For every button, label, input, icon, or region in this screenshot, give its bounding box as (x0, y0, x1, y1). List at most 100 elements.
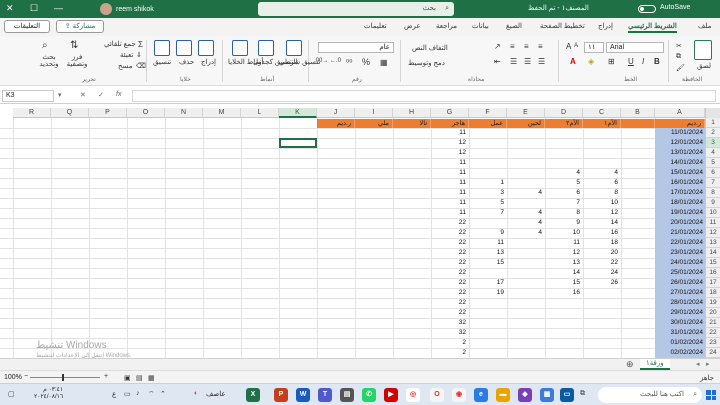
row-header-1[interactable]: 1 (705, 118, 720, 128)
edge-icon[interactable]: e (474, 388, 488, 402)
column-header-c[interactable]: C (583, 108, 621, 118)
battery-icon[interactable]: ▭ (124, 390, 131, 398)
cell-d[interactable]: 16 (545, 288, 583, 298)
header-cell-b[interactable] (621, 119, 655, 128)
date-cell[interactable]: 26/01/2024 (655, 278, 705, 288)
tab-formulas[interactable]: الصيغ (506, 22, 522, 30)
date-cell[interactable]: 20/01/2024 (655, 218, 705, 228)
cell-d[interactable]: 12 (545, 248, 583, 258)
cell-g[interactable]: 11 (431, 128, 469, 138)
align-left-icon[interactable]: ☰ (510, 57, 517, 66)
cell-g[interactable]: 22 (431, 278, 469, 288)
cell-g[interactable]: 22 (431, 298, 469, 308)
merge-center-button[interactable]: دمج وتوسيط (408, 59, 445, 67)
cell-e[interactable]: 4 (507, 188, 545, 198)
column-header-r[interactable]: R (13, 108, 51, 118)
cell-g[interactable]: 12 (431, 148, 469, 158)
row-header-14[interactable]: 14 (705, 248, 720, 258)
column-header-j[interactable]: J (317, 108, 355, 118)
chrome-icon[interactable]: ◎ (406, 388, 420, 402)
name-box-dropdown-icon[interactable]: ▾ (58, 91, 62, 99)
cell-d[interactable]: 5 (545, 178, 583, 188)
font-color-icon[interactable]: A (570, 57, 576, 66)
cell-c[interactable]: 24 (583, 268, 621, 278)
powerpoint-icon[interactable]: P (274, 388, 288, 402)
find-select-button[interactable]: بحث وتحديد (36, 54, 62, 68)
date-cell[interactable]: 31/01/2024 (655, 328, 705, 338)
row-header-17[interactable]: 17 (705, 278, 720, 288)
cell-f[interactable]: 13 (469, 248, 507, 258)
prev-sheet-icon[interactable]: ◂ (696, 359, 700, 370)
tab-view[interactable]: عرض (404, 22, 421, 30)
cell-c[interactable]: 10 (583, 198, 621, 208)
header-cell-i[interactable]: ملي (355, 119, 393, 128)
column-header-b[interactable]: B (621, 108, 655, 118)
date-cell[interactable]: 02/02/2024 (655, 348, 705, 358)
folder-icon[interactable]: ▬ (496, 388, 510, 402)
page-break-view-icon[interactable]: ▣ (124, 374, 131, 382)
title-search-box[interactable]: بحث ⌕ (258, 2, 454, 16)
file-explorer-icon[interactable]: ▭ (560, 388, 574, 402)
date-cell[interactable]: 27/01/2024 (655, 288, 705, 298)
cell-g[interactable]: 22 (431, 228, 469, 238)
delete-cells-button[interactable]: حذف (179, 58, 194, 66)
column-header-a[interactable]: A (655, 108, 705, 118)
conditional-formatting-icon[interactable] (286, 40, 302, 56)
increase-font-icon[interactable]: A (566, 42, 571, 51)
cell-d[interactable]: 9 (545, 218, 583, 228)
date-cell[interactable]: 23/01/2024 (655, 248, 705, 258)
cell-d[interactable]: 11 (545, 238, 583, 248)
notifications-icon[interactable]: ▢ (8, 390, 15, 398)
cell-d[interactable]: 4 (545, 168, 583, 178)
cell-g[interactable]: 12 (431, 138, 469, 148)
cell-g[interactable]: 2 (431, 348, 469, 358)
cell-c[interactable]: 16 (583, 228, 621, 238)
add-sheet-icon[interactable]: ⊕ (626, 359, 634, 370)
date-cell[interactable]: 12/01/2024 (655, 138, 705, 148)
cell-f[interactable]: 11 (469, 238, 507, 248)
active-cell[interactable] (279, 138, 317, 148)
column-header-q[interactable]: Q (51, 108, 89, 118)
date-cell[interactable]: 21/01/2024 (655, 228, 705, 238)
zoom-in-icon[interactable]: + (104, 373, 108, 380)
indent-icon[interactable]: ⇤ (494, 57, 501, 66)
column-header-o[interactable]: O (127, 108, 165, 118)
enter-icon[interactable]: ✓ (98, 91, 104, 99)
sort-filter-icon[interactable]: ⇅ (70, 40, 78, 51)
format-as-table-icon[interactable] (258, 40, 274, 56)
cell-f[interactable]: 15 (469, 258, 507, 268)
row-header-13[interactable]: 13 (705, 238, 720, 248)
cell-g[interactable]: 11 (431, 168, 469, 178)
opera-icon[interactable]: O (430, 388, 444, 402)
date-cell[interactable]: 15/01/2024 (655, 168, 705, 178)
currency-icon[interactable]: ▦ (380, 58, 388, 67)
align-top-icon[interactable]: ≡ (538, 42, 543, 51)
normal-view-icon[interactable]: ▦ (148, 374, 155, 382)
column-header-e[interactable]: E (507, 108, 545, 118)
cell-g[interactable]: 22 (431, 288, 469, 298)
cell-g[interactable]: 11 (431, 188, 469, 198)
increase-decimal-icon[interactable]: ←.0 (330, 58, 341, 64)
cell-styles-icon[interactable] (232, 40, 248, 56)
align-bottom-icon[interactable]: ≡ (510, 42, 515, 51)
bold-icon[interactable]: B (654, 57, 660, 66)
header-cell-g[interactable]: هاجر (431, 119, 469, 128)
cancel-icon[interactable]: ✕ (80, 91, 86, 99)
whatsapp-icon[interactable]: ✆ (362, 388, 376, 402)
column-header-h[interactable]: H (393, 108, 431, 118)
row-header-16[interactable]: 16 (705, 268, 720, 278)
row-header-15[interactable]: 15 (705, 258, 720, 268)
row-header-3[interactable]: 3 (705, 138, 720, 148)
column-header-d[interactable]: D (545, 108, 583, 118)
cell-d[interactable]: 15 (545, 278, 583, 288)
align-middle-icon[interactable]: ≡ (524, 42, 529, 51)
cell-c[interactable]: 8 (583, 188, 621, 198)
language-icon[interactable]: ع (112, 390, 116, 398)
tab-data[interactable]: بيانات (472, 22, 489, 30)
underline-icon[interactable]: U (628, 57, 634, 66)
cell-g[interactable]: 22 (431, 308, 469, 318)
copy-icon[interactable]: ⧉ (676, 53, 681, 61)
cell-d[interactable]: 7 (545, 198, 583, 208)
align-center-icon[interactable]: ☰ (524, 57, 531, 66)
header-cell-c[interactable]: الأم١ (583, 119, 621, 128)
